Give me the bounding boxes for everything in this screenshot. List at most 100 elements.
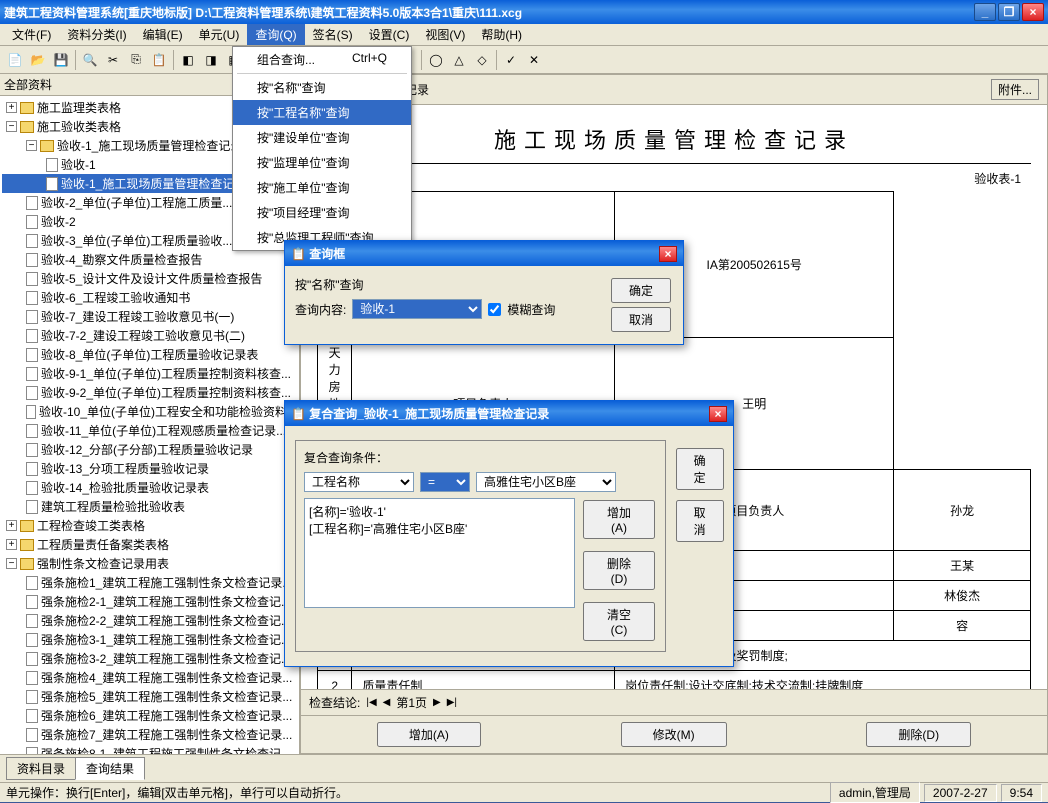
- field-select[interactable]: 工程名称: [304, 472, 414, 492]
- folder-icon: [20, 121, 34, 133]
- menu-item[interactable]: 按"建设单位"查询: [233, 125, 411, 150]
- tb-i1-icon[interactable]: ◧: [177, 49, 199, 71]
- tree-node[interactable]: 验收-7-2_建设工程竣工验收意见书(二): [2, 326, 297, 345]
- status-time: 9:54: [1001, 784, 1042, 802]
- dialog-close-icon[interactable]: ×: [709, 406, 727, 422]
- menu-settings[interactable]: 设置(C): [361, 24, 418, 45]
- menu-unit[interactable]: 单元(U): [191, 24, 248, 45]
- tree-node[interactable]: 验收-13_分项工程质量验收记录: [2, 459, 297, 478]
- tb-cut-icon[interactable]: ✂: [102, 49, 124, 71]
- tb-new-icon[interactable]: 📄: [4, 49, 26, 71]
- menu-view[interactable]: 视图(V): [417, 24, 473, 45]
- fuzzy-label: 模糊查询: [507, 301, 555, 318]
- tree-node-root3[interactable]: +工程检查竣工类表格: [2, 516, 297, 535]
- menu-data[interactable]: 资料分类(I): [59, 24, 134, 45]
- tree-node[interactable]: 强条施检3-2_建筑工程施工强制性条文检查记...: [2, 649, 297, 668]
- delete-button[interactable]: 删除(D): [866, 722, 971, 747]
- tb-i13-icon[interactable]: ◇: [471, 49, 493, 71]
- tb-i12-icon[interactable]: △: [448, 49, 470, 71]
- menu-item[interactable]: 组合查询...Ctrl+Q: [233, 47, 411, 72]
- value-select[interactable]: 高雅住宅小区B座: [476, 472, 616, 492]
- compound-query-dialog[interactable]: 📋 复合查询_验收-1_施工现场质量管理检查记录× 复合查询条件： 工程名称 =…: [284, 400, 734, 667]
- fuzzy-checkbox[interactable]: [488, 303, 501, 316]
- menu-item[interactable]: 按"项目经理"查询: [233, 200, 411, 225]
- minimize-button[interactable]: _: [974, 3, 996, 21]
- tb-i11-icon[interactable]: ◯: [425, 49, 447, 71]
- tree-node[interactable]: 强条施检2-1_建筑工程施工强制性条文检查记...: [2, 592, 297, 611]
- add-criteria-button[interactable]: 增加(A): [583, 500, 654, 539]
- tree-node[interactable]: 强条施检6_建筑工程施工强制性条文检查记录...: [2, 706, 297, 725]
- list-item[interactable]: [名称]='验收-1': [309, 503, 570, 520]
- tree-node-root5[interactable]: −强制性条文检查记录用表: [2, 554, 297, 573]
- tree-node[interactable]: 强条施检5_建筑工程施工强制性条文检查记录...: [2, 687, 297, 706]
- tb-i2-icon[interactable]: ◨: [200, 49, 222, 71]
- menu-query[interactable]: 查询(Q): [247, 24, 304, 45]
- tree-node[interactable]: 验收-9-1_单位(子单位)工程质量控制资料核查...: [2, 364, 297, 383]
- tab-results[interactable]: 查询结果: [75, 757, 145, 780]
- tree-node[interactable]: 强条施检2-2_建筑工程施工强制性条文检查记...: [2, 611, 297, 630]
- menu-sign[interactable]: 签名(S): [305, 24, 361, 45]
- tree-node[interactable]: 验收-14_检验批质量验收记录表: [2, 478, 297, 497]
- clear-criteria-button[interactable]: 清空(C): [583, 602, 654, 641]
- close-button[interactable]: ×: [1022, 3, 1044, 21]
- tree-node[interactable]: 强条施检8-1_建筑工程施工强制性条文检查记...: [2, 744, 297, 754]
- doc-icon: [26, 747, 38, 755]
- tb-check-icon[interactable]: ✓: [500, 49, 522, 71]
- tree-node[interactable]: 验收-11_单位(子单位)工程观感质量检查记录...: [2, 421, 297, 440]
- menu-item[interactable]: 按"施工单位"查询: [233, 175, 411, 200]
- del-criteria-button[interactable]: 删除(D): [583, 551, 654, 590]
- last-page-icon[interactable]: ▶|: [447, 697, 457, 708]
- menu-help[interactable]: 帮助(H): [473, 24, 530, 45]
- tree-node[interactable]: 建筑工程质量检验批验收表: [2, 497, 297, 516]
- tree-node[interactable]: 强条施检1_建筑工程施工强制性条文检查记录...: [2, 573, 297, 592]
- tree-node[interactable]: 强条施检7_建筑工程施工强制性条文检查记录...: [2, 725, 297, 744]
- tree-node[interactable]: 验收-9-2_单位(子单位)工程质量控制资料核查...: [2, 383, 297, 402]
- op-select[interactable]: =: [420, 472, 470, 492]
- maximize-button[interactable]: ❐: [998, 3, 1020, 21]
- tb-x-icon[interactable]: ✕: [523, 49, 545, 71]
- tree-node[interactable]: 验收-7_建设工程竣工验收意见书(一): [2, 307, 297, 326]
- next-page-icon[interactable]: ▶: [433, 697, 441, 708]
- list-item[interactable]: [工程名称]='高雅住宅小区B座': [309, 520, 570, 537]
- tree-node[interactable]: 强条施检3-1_建筑工程施工强制性条文检查记...: [2, 630, 297, 649]
- tb-paste-icon[interactable]: 📋: [148, 49, 170, 71]
- tb-disk-icon[interactable]: 💾: [50, 49, 72, 71]
- dialog-close-icon[interactable]: ×: [659, 246, 677, 262]
- attach-button[interactable]: 附件...: [991, 79, 1039, 100]
- prev-page-icon[interactable]: ◀: [383, 697, 391, 708]
- tree-node[interactable]: 验收-10_单位(子单位)工程安全和功能检验资料...: [2, 402, 297, 421]
- doc-icon: [26, 614, 38, 628]
- criteria-list[interactable]: [名称]='验收-1' [工程名称]='高雅住宅小区B座': [304, 498, 575, 608]
- tree-node[interactable]: 强条施检4_建筑工程施工强制性条文检查记录...: [2, 668, 297, 687]
- cancel-button[interactable]: 取消: [676, 500, 724, 542]
- tb-copy-icon[interactable]: ⎘: [125, 49, 147, 71]
- tb-open-icon[interactable]: 📂: [27, 49, 49, 71]
- first-page-icon[interactable]: |◀: [366, 697, 376, 708]
- ok-button[interactable]: 确定: [676, 448, 724, 490]
- query-dialog[interactable]: 📋 查询框× 按"名称"查询 查询内容: 验收-1 模糊查询 确定 取消: [284, 240, 684, 345]
- tree-node[interactable]: 验收-6_工程竣工验收通知书: [2, 288, 297, 307]
- table-row[interactable]: 2质量责任制岗位责任制;设计交底制;技术交流制;挂牌制度: [318, 671, 1031, 690]
- tree-node[interactable]: 验收-12_分部(子分部)工程质量验收记录: [2, 440, 297, 459]
- doc-icon: [26, 633, 38, 647]
- tree-node[interactable]: 验收-5_设计文件及设计文件质量检查报告: [2, 269, 297, 288]
- query-dropdown[interactable]: 组合查询...Ctrl+Q 按"名称"查询 按"工程名称"查询 按"建设单位"查…: [232, 46, 412, 251]
- query-value-select[interactable]: 验收-1: [352, 299, 482, 319]
- tree-node-root4[interactable]: +工程质量责任备案类表格: [2, 535, 297, 554]
- menu-item[interactable]: 按"监理单位"查询: [233, 150, 411, 175]
- tb-find-icon[interactable]: 🔍: [79, 49, 101, 71]
- menu-edit[interactable]: 编辑(E): [135, 24, 191, 45]
- cancel-button[interactable]: 取消: [611, 307, 671, 332]
- tree-node[interactable]: 验收-8_单位(子单位)工程质量验收记录表: [2, 345, 297, 364]
- tab-catalog[interactable]: 资料目录: [6, 757, 76, 780]
- tree-node[interactable]: 验收-4_勘察文件质量检查报告: [2, 250, 297, 269]
- menu-item-selected[interactable]: 按"工程名称"查询: [233, 100, 411, 125]
- status-hint: 单元操作：换行[Enter]，编辑[双击单元格]，单行可以自动折行。: [6, 784, 348, 801]
- document-title: 施工现场质量管理检查记录: [317, 115, 1031, 164]
- modify-button[interactable]: 修改(M): [621, 722, 727, 747]
- menu-item[interactable]: 按"名称"查询: [233, 75, 411, 100]
- ok-button[interactable]: 确定: [611, 278, 671, 303]
- doc-icon: [26, 291, 38, 305]
- add-button[interactable]: 增加(A): [377, 722, 481, 747]
- menu-file[interactable]: 文件(F): [4, 24, 59, 45]
